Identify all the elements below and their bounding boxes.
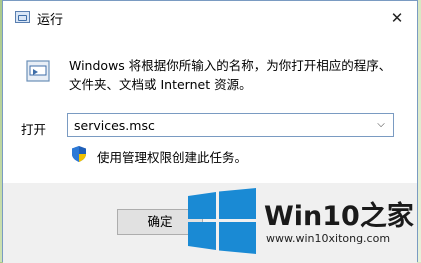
run-program-icon bbox=[26, 60, 50, 82]
open-combobox[interactable]: ⌵ bbox=[67, 113, 394, 137]
watermark: Win10之家 www.win10xitong.com bbox=[188, 186, 414, 256]
shield-icon bbox=[72, 146, 86, 162]
close-button[interactable]: ✕ bbox=[385, 7, 409, 29]
admin-note: 使用管理权限创建此任务。 bbox=[97, 150, 248, 165]
title-bar: 运行 ✕ bbox=[3, 1, 417, 35]
open-input[interactable] bbox=[74, 116, 354, 134]
run-description: Windows 将根据你所输入的名称，为你打开相应的程序、文件夹、文档或 Int… bbox=[69, 58, 392, 92]
window-title: 运行 bbox=[37, 13, 64, 28]
watermark-title: Win10之家 bbox=[264, 201, 414, 232]
watermark-url: www.win10xitong.com bbox=[266, 232, 391, 245]
open-label: 打开 bbox=[21, 122, 47, 137]
windows-logo bbox=[188, 188, 256, 254]
chevron-down-icon[interactable]: ⌵ bbox=[373, 116, 389, 134]
run-app-icon bbox=[15, 11, 30, 23]
